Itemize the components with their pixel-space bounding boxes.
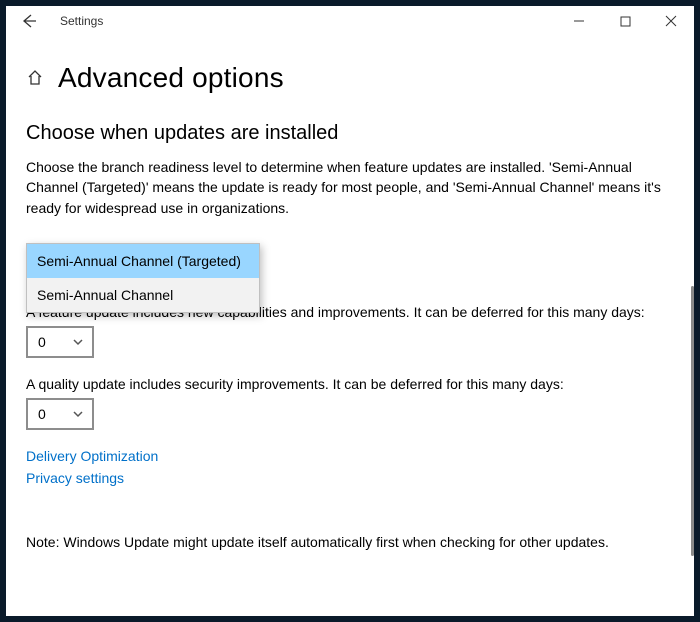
delivery-optimization-link[interactable]: Delivery Optimization	[26, 448, 674, 464]
page-header: Advanced options	[26, 62, 674, 94]
page-title: Advanced options	[58, 62, 284, 94]
minimize-button[interactable]	[556, 6, 602, 36]
settings-window: Settings Advanced options Choose when up…	[6, 6, 694, 616]
quality-update-defer-value: 0	[38, 406, 46, 422]
window-controls	[556, 6, 694, 36]
links-block: Delivery Optimization Privacy settings	[26, 448, 674, 486]
close-icon	[665, 15, 677, 27]
privacy-settings-link[interactable]: Privacy settings	[26, 470, 674, 486]
quality-update-text: A quality update includes security impro…	[26, 376, 674, 392]
close-button[interactable]	[648, 6, 694, 36]
branch-option-targeted[interactable]: Semi-Annual Channel (Targeted)	[27, 244, 259, 278]
vertical-scrollbar[interactable]	[691, 286, 694, 556]
content-area: Advanced options Choose when updates are…	[6, 36, 694, 616]
maximize-icon	[620, 16, 631, 27]
minimize-icon	[573, 15, 585, 27]
feature-update-defer-select[interactable]: 0	[26, 326, 94, 358]
section-title: Choose when updates are installed	[26, 122, 674, 145]
chevron-down-icon	[72, 336, 84, 348]
back-arrow-icon	[20, 12, 38, 30]
titlebar: Settings	[6, 6, 694, 36]
footer-note: Note: Windows Update might update itself…	[26, 534, 674, 550]
quality-update-defer-select[interactable]: 0	[26, 398, 94, 430]
branch-option-channel[interactable]: Semi-Annual Channel	[27, 278, 259, 312]
branch-dropdown-open[interactable]: Semi-Annual Channel (Targeted) Semi-Annu…	[26, 243, 260, 313]
maximize-button[interactable]	[602, 6, 648, 36]
titlebar-left: Settings	[14, 6, 103, 36]
feature-update-defer-value: 0	[38, 334, 46, 350]
back-button[interactable]	[14, 6, 44, 36]
chevron-down-icon	[72, 408, 84, 420]
section-description: Choose the branch readiness level to det…	[26, 157, 666, 218]
home-icon[interactable]	[26, 68, 44, 89]
app-title: Settings	[60, 14, 103, 28]
